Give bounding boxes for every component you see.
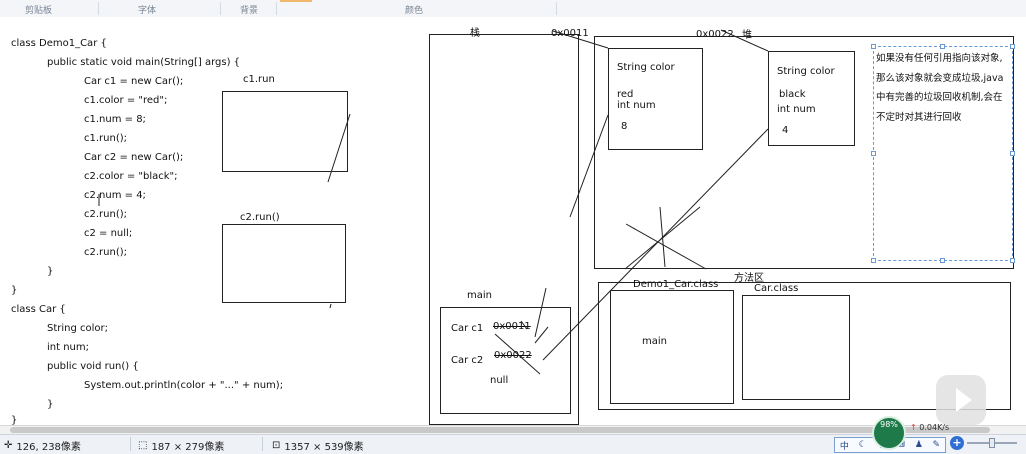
ribbon-separator	[220, 2, 221, 15]
status-separator	[130, 437, 131, 451]
ribbon-accent	[280, 0, 312, 2]
arrow-c2-to-heap	[542, 128, 769, 361]
moon-icon[interactable]: ☾	[859, 440, 867, 450]
upload-rate-text: 0.04K/s	[919, 423, 950, 432]
crosshair-icon: ✛	[4, 440, 13, 451]
zoom-slider[interactable]	[967, 438, 1017, 448]
cross-stroke	[520, 320, 528, 330]
scrollbar-thumb[interactable]	[10, 427, 990, 433]
selection-size: ⬚ 187 × 279像素	[138, 438, 224, 453]
upload-rate: ↑ 0.04K/s	[910, 423, 949, 432]
cross-stroke	[494, 333, 541, 375]
ribbon-separator	[276, 2, 277, 15]
zoom-control[interactable]: +	[950, 436, 1017, 450]
drawn-strokes	[98, 29, 769, 375]
wrench-icon[interactable]: ✎	[933, 440, 941, 450]
selection-icon: ⬚	[138, 440, 148, 451]
cursor-position: ✛ 126, 238像素	[4, 438, 81, 453]
image-size-icon: ⊡	[272, 440, 281, 451]
user-icon[interactable]: ♟	[915, 440, 923, 450]
speed-badge-text: 98%	[880, 420, 898, 429]
ribbon-group-colors[interactable]: 颜色	[405, 3, 423, 16]
arrow-c2-line	[720, 29, 769, 52]
network-speed-widget[interactable]: 98% ↑ 0.04K/s	[872, 416, 952, 450]
zoom-in-button[interactable]: +	[950, 436, 964, 450]
ribbon-group-background[interactable]: 背景	[240, 3, 258, 16]
ime-mode-indicator[interactable]: 中	[840, 439, 849, 452]
cursor-position-text: 126, 238像素	[16, 442, 81, 453]
ribbon-separator	[98, 2, 99, 15]
image-size: ⊡ 1357 × 539像素	[272, 438, 364, 453]
arrow-c1-to-heap	[569, 114, 609, 218]
arrow-c1-line	[552, 30, 609, 49]
selection-size-text: 187 × 279像素	[151, 442, 225, 453]
ribbon-group-font[interactable]: 字体	[138, 3, 156, 16]
up-arrow-icon: ↑	[910, 423, 917, 432]
ribbon-separator	[556, 2, 557, 15]
speed-badge[interactable]: 98%	[872, 416, 906, 450]
stroke-line	[329, 303, 332, 309]
zoom-slider-knob[interactable]	[989, 438, 995, 448]
ribbon-group-clipboard[interactable]: 剪贴板	[25, 3, 52, 16]
image-size-text: 1357 × 539像素	[284, 442, 364, 453]
ribbon-groups-bar: 剪贴板 字体 背景 颜色	[0, 0, 1026, 18]
status-separator	[262, 437, 263, 451]
stroke-line	[327, 113, 351, 183]
paint-canvas[interactable]: class Demo1_Car { public static void mai…	[0, 17, 1026, 426]
cross-stroke	[534, 287, 547, 338]
